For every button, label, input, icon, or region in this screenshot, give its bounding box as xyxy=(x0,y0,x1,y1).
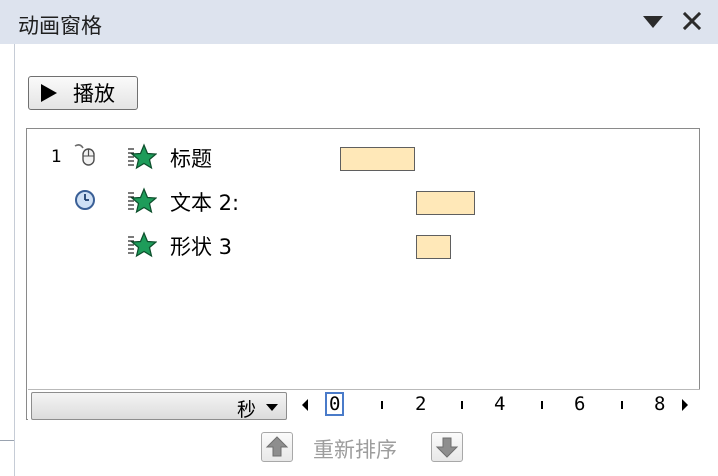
reorder-label: 重新排序 xyxy=(313,438,397,462)
entrance-star-icon xyxy=(128,143,157,170)
move-down-button[interactable] xyxy=(431,432,463,462)
pane-titlebar: 动画窗格 xyxy=(0,0,718,44)
close-icon[interactable] xyxy=(682,11,702,31)
timing-bar[interactable] xyxy=(340,147,415,171)
move-up-button[interactable] xyxy=(261,432,293,462)
tick-label-0: 0 xyxy=(325,392,345,416)
tick-label-4: 4 xyxy=(494,393,506,415)
tick-label-6: 6 xyxy=(574,393,586,415)
timing-bar[interactable] xyxy=(416,191,475,215)
play-icon xyxy=(41,84,57,102)
tick-mark xyxy=(621,401,623,409)
animation-item-2[interactable]: 文本 2: xyxy=(27,179,699,219)
arrow-up-icon xyxy=(265,436,289,457)
slide-edge-line xyxy=(0,440,14,441)
slide-edge xyxy=(0,44,15,476)
tick-mark xyxy=(541,401,543,409)
animation-label: 形状 3 xyxy=(170,235,233,259)
scroll-right-icon[interactable] xyxy=(682,399,688,411)
time-unit-label: 秒 xyxy=(236,399,256,421)
entrance-star-icon xyxy=(128,187,157,214)
play-button[interactable]: 播放 xyxy=(28,76,138,110)
animation-list[interactable]: 1 标题 文本 2: 形状 3 秒 0 2 4 6 8 xyxy=(26,128,700,421)
timing-bar[interactable] xyxy=(416,235,451,259)
timeline-strip: 秒 0 2 4 6 8 xyxy=(28,389,700,421)
animation-label: 文本 2: xyxy=(170,191,240,215)
tick-mark xyxy=(461,401,463,409)
animation-item-3[interactable]: 形状 3 xyxy=(27,223,699,263)
arrow-down-icon xyxy=(435,437,459,458)
animation-item-1[interactable]: 1 标题 xyxy=(27,135,699,175)
mouse-click-icon xyxy=(74,144,95,166)
tick-mark xyxy=(381,401,383,409)
entrance-star-icon xyxy=(128,231,157,258)
timeline-ruler[interactable]: 0 2 4 6 8 xyxy=(292,390,700,420)
animation-label: 标题 xyxy=(170,147,212,171)
tick-label-8: 8 xyxy=(654,393,666,415)
tick-label-2: 2 xyxy=(415,393,427,415)
chevron-down-icon xyxy=(266,404,278,411)
time-unit-dropdown[interactable]: 秒 xyxy=(31,392,287,421)
play-button-label: 播放 xyxy=(73,82,115,106)
animation-number: 1 xyxy=(51,147,62,167)
pane-options-dropdown-icon[interactable] xyxy=(642,14,664,30)
scroll-left-icon[interactable] xyxy=(302,399,308,411)
clock-icon xyxy=(75,190,95,210)
pane-title: 动画窗格 xyxy=(18,14,102,38)
